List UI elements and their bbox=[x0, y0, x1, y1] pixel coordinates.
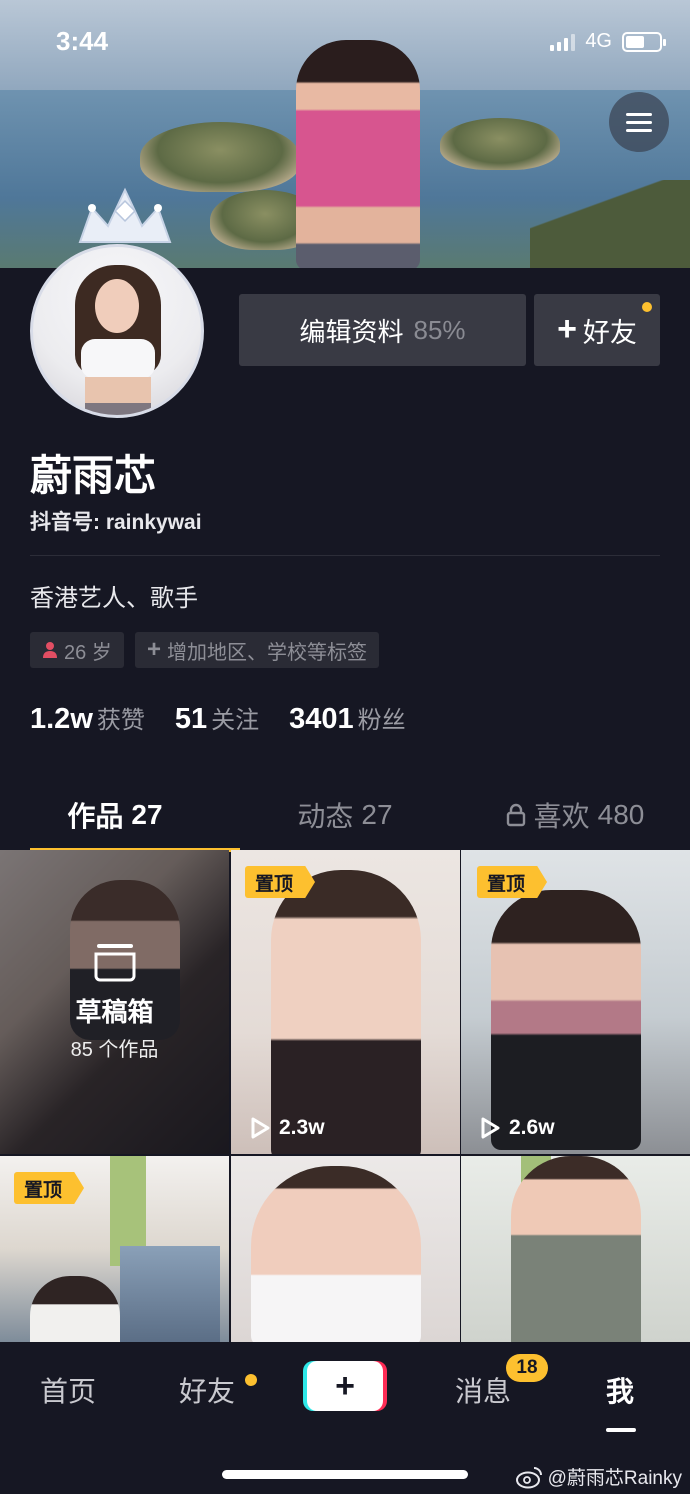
video-thumbnail bbox=[30, 1276, 120, 1342]
content-tabs: 作品 27 动态 27 喜欢 480 bbox=[0, 782, 690, 852]
battery-icon bbox=[622, 31, 666, 52]
add-tags-button[interactable]: + 增加地区、学校等标签 bbox=[135, 632, 380, 668]
nav-me[interactable]: 我 bbox=[606, 1370, 634, 1410]
pinned-badge: 置顶 bbox=[245, 866, 316, 898]
video-cell[interactable] bbox=[461, 1156, 690, 1342]
tab-likes[interactable]: 喜欢 480 bbox=[460, 782, 690, 848]
create-button[interactable]: + bbox=[307, 1361, 383, 1411]
tab-likes-count: 480 bbox=[597, 799, 645, 830]
friends-notification-dot bbox=[245, 1374, 257, 1386]
pinned-badge: 置顶 bbox=[14, 1172, 85, 1204]
stat-following[interactable]: 51 关注 bbox=[175, 700, 259, 736]
plus-icon: + bbox=[557, 309, 577, 348]
following-count: 51 bbox=[174, 703, 208, 735]
person-icon bbox=[43, 642, 57, 658]
video-cell[interactable]: 置顶 2.3w bbox=[231, 850, 460, 1154]
add-friend-label: 好友 bbox=[582, 317, 637, 348]
tab-works-count: 27 bbox=[131, 799, 163, 830]
drafts-cell[interactable]: 草稿箱 85 个作品 bbox=[0, 850, 229, 1154]
watermark: @蔚雨芯Rainky bbox=[515, 1463, 682, 1490]
stat-likes[interactable]: 1.2w 获赞 bbox=[30, 700, 145, 736]
profile-completion: 85% bbox=[413, 314, 466, 345]
notification-dot bbox=[642, 302, 652, 312]
profile-bio[interactable]: 香港艺人、歌手 bbox=[30, 578, 198, 613]
video-thumbnail bbox=[251, 1166, 421, 1342]
pinned-badge: 置顶 bbox=[477, 866, 548, 898]
video-cell[interactable]: 置顶 2.6w bbox=[461, 850, 690, 1154]
video-thumbnail bbox=[511, 1156, 641, 1342]
avatar[interactable] bbox=[30, 244, 204, 418]
watermark-text: @蔚雨芯Rainky bbox=[547, 1468, 682, 1489]
avatar-container[interactable] bbox=[30, 186, 206, 418]
add-friend-button[interactable]: + 好友 bbox=[534, 294, 660, 366]
tab-moments-count: 27 bbox=[361, 799, 393, 830]
following-label: 关注 bbox=[211, 707, 260, 734]
status-indicators: 4G bbox=[550, 30, 666, 53]
plus-icon: + bbox=[147, 636, 162, 663]
edit-profile-label: 编辑资料 bbox=[299, 316, 404, 347]
age-label: 26 岁 bbox=[64, 641, 112, 664]
tab-works[interactable]: 作品 27 bbox=[0, 782, 240, 852]
add-tags-label: 增加地区、学校等标签 bbox=[167, 641, 368, 664]
status-time: 3:44 bbox=[56, 26, 109, 56]
cover-island bbox=[440, 118, 560, 170]
video-grid: 草稿箱 85 个作品 置顶 2.3w 置顶 2.6w 置顶 bbox=[0, 850, 690, 1342]
profile-name: 蔚雨芯 bbox=[30, 452, 157, 499]
hamburger-icon bbox=[626, 112, 652, 116]
nav-active-indicator bbox=[606, 1428, 636, 1432]
nav-friends[interactable]: 好友 bbox=[179, 1370, 235, 1410]
play-icon bbox=[251, 1117, 270, 1139]
video-thumbnail bbox=[271, 870, 421, 1154]
douyin-id[interactable]: 抖音号: rainkywai bbox=[30, 506, 202, 536]
play-count-value: 2.6w bbox=[509, 1116, 555, 1139]
stat-followers[interactable]: 3401 粉丝 bbox=[289, 700, 406, 736]
weibo-icon bbox=[515, 1466, 542, 1488]
network-label: 4G bbox=[585, 30, 612, 52]
followers-label: 粉丝 bbox=[357, 707, 406, 734]
divider bbox=[30, 555, 660, 556]
play-icon bbox=[481, 1117, 500, 1139]
signal-icon bbox=[550, 33, 576, 51]
cover-hill bbox=[530, 180, 690, 268]
drafts-title: 草稿箱 bbox=[75, 997, 154, 1027]
drafts-overlay: 草稿箱 85 个作品 bbox=[0, 850, 229, 1154]
lock-icon bbox=[506, 803, 525, 827]
tab-moments[interactable]: 动态 27 bbox=[230, 782, 460, 848]
video-thumbnail bbox=[120, 1246, 220, 1342]
age-tag[interactable]: 26 岁 bbox=[30, 632, 124, 668]
play-count: 2.3w bbox=[249, 1116, 325, 1140]
menu-button[interactable] bbox=[609, 92, 669, 152]
crown-icon bbox=[78, 187, 172, 243]
drafts-box-icon bbox=[94, 944, 135, 982]
tab-works-label: 作品 bbox=[67, 801, 124, 832]
tab-moments-label: 动态 bbox=[297, 801, 354, 832]
nav-messages[interactable]: 消息 bbox=[455, 1370, 511, 1410]
drafts-count: 85 个作品 bbox=[70, 1039, 159, 1061]
cover-person bbox=[296, 40, 420, 268]
messages-badge: 18 bbox=[506, 1354, 548, 1382]
video-thumbnail bbox=[491, 890, 641, 1150]
likes-count: 1.2w bbox=[30, 703, 93, 735]
play-count: 2.6w bbox=[479, 1116, 555, 1140]
profile-stats: 1.2w 获赞 51 关注 3401 粉丝 bbox=[30, 700, 406, 736]
nav-home[interactable]: 首页 bbox=[40, 1370, 96, 1410]
likes-label: 获赞 bbox=[96, 707, 145, 734]
video-cell[interactable] bbox=[231, 1156, 460, 1342]
tab-likes-label: 喜欢 bbox=[533, 801, 590, 832]
followers-count: 3401 bbox=[289, 703, 354, 735]
cover-island bbox=[140, 122, 300, 192]
home-indicator[interactable] bbox=[222, 1470, 468, 1479]
play-count-value: 2.3w bbox=[279, 1116, 325, 1139]
video-cell[interactable]: 置顶 bbox=[0, 1156, 229, 1342]
edit-profile-button[interactable]: 编辑资料 85% bbox=[239, 294, 526, 366]
plus-icon: + bbox=[335, 1366, 355, 1405]
